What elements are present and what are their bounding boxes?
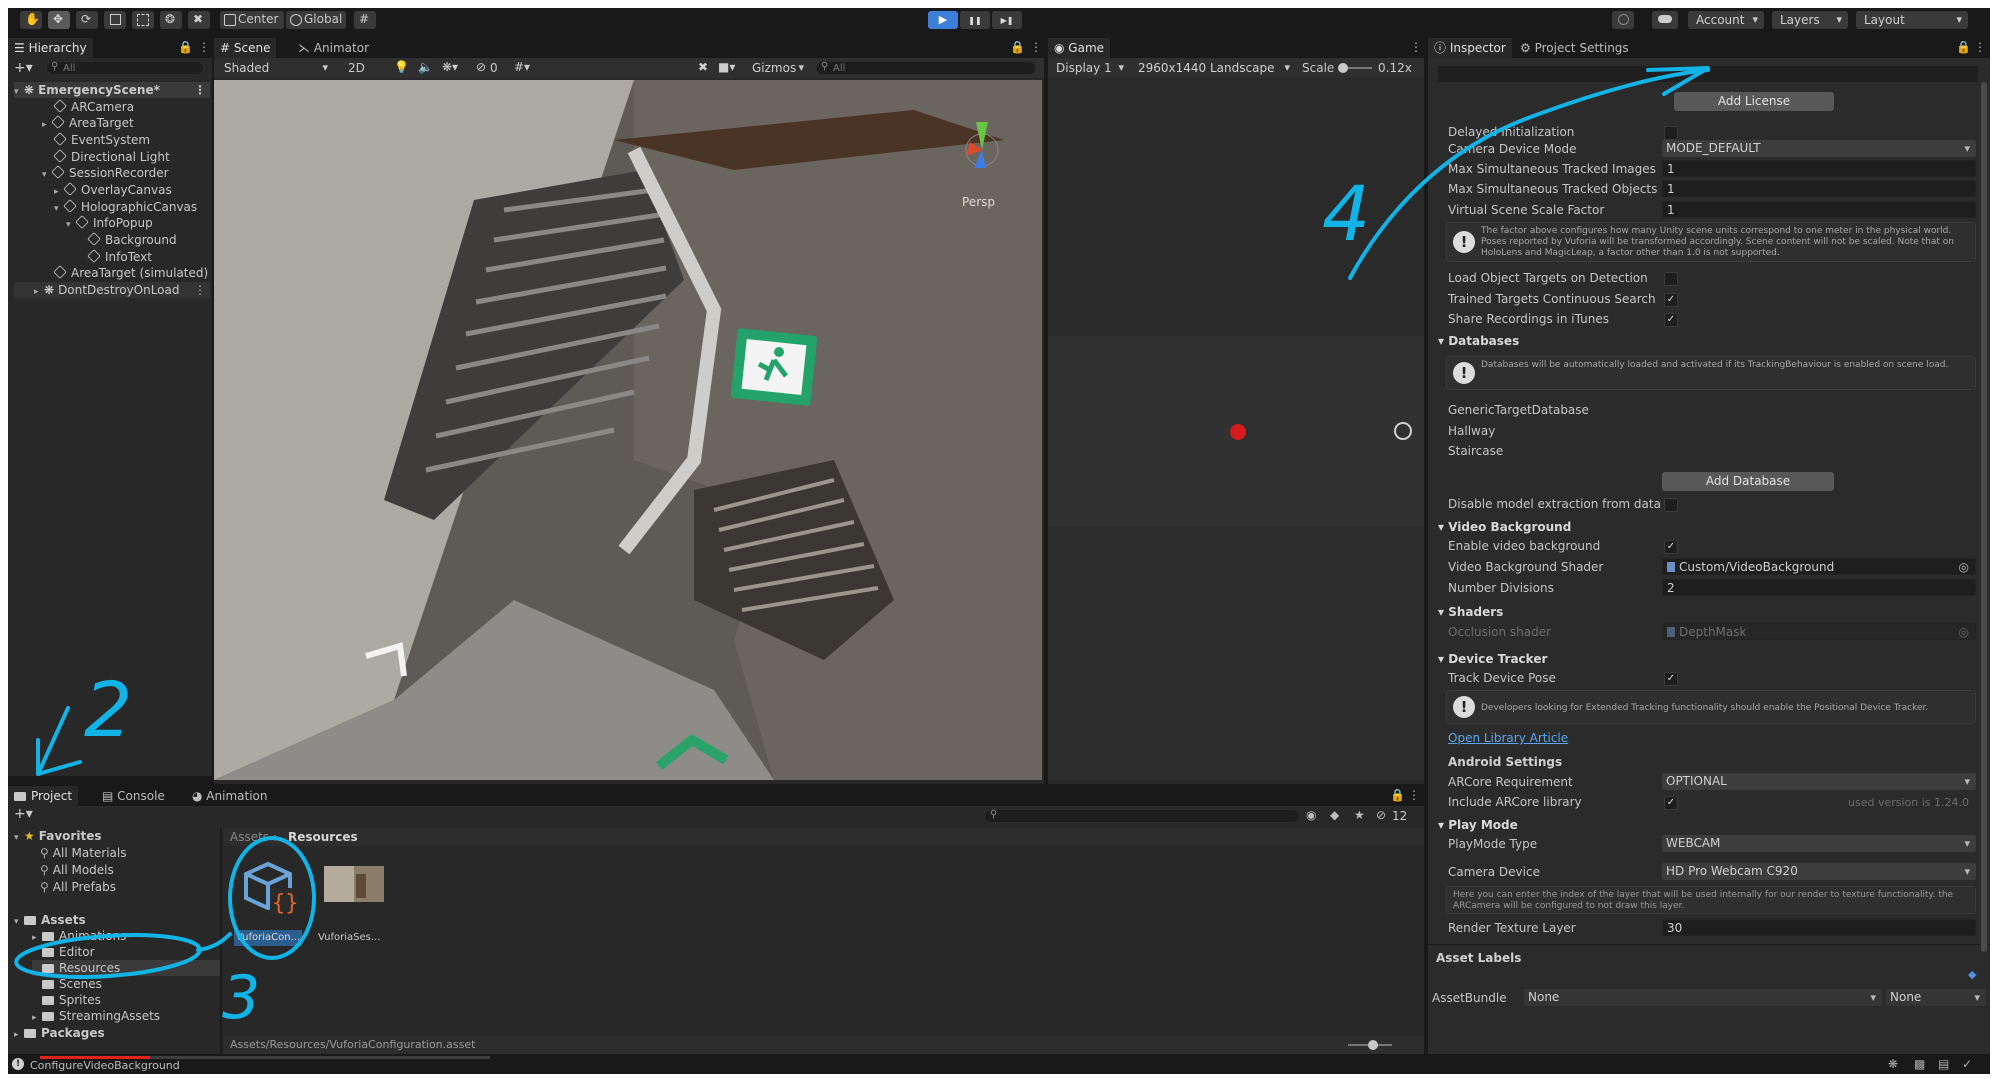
unity-editor-window: ✋ ✥ ⟳ ❂ ✖ Center Global # ▶ ❚❚ ▶❚ Accoun… xyxy=(8,8,1990,1074)
annotation-arrow-4 xyxy=(1348,68,1710,280)
annotation-circle-config-asset xyxy=(228,836,316,960)
annotation-circle-resources xyxy=(14,933,202,979)
annotation-connector xyxy=(196,932,232,952)
annotation-arrowhead-4 xyxy=(1646,66,1710,96)
annotation-number-3: 3 xyxy=(222,963,261,1033)
annotation-number-2: 2 xyxy=(84,665,133,754)
annotation-number-4: 4 xyxy=(1322,169,1371,258)
annotation-overlay xyxy=(14,66,1710,979)
annotation-arrow-2 xyxy=(36,706,82,776)
